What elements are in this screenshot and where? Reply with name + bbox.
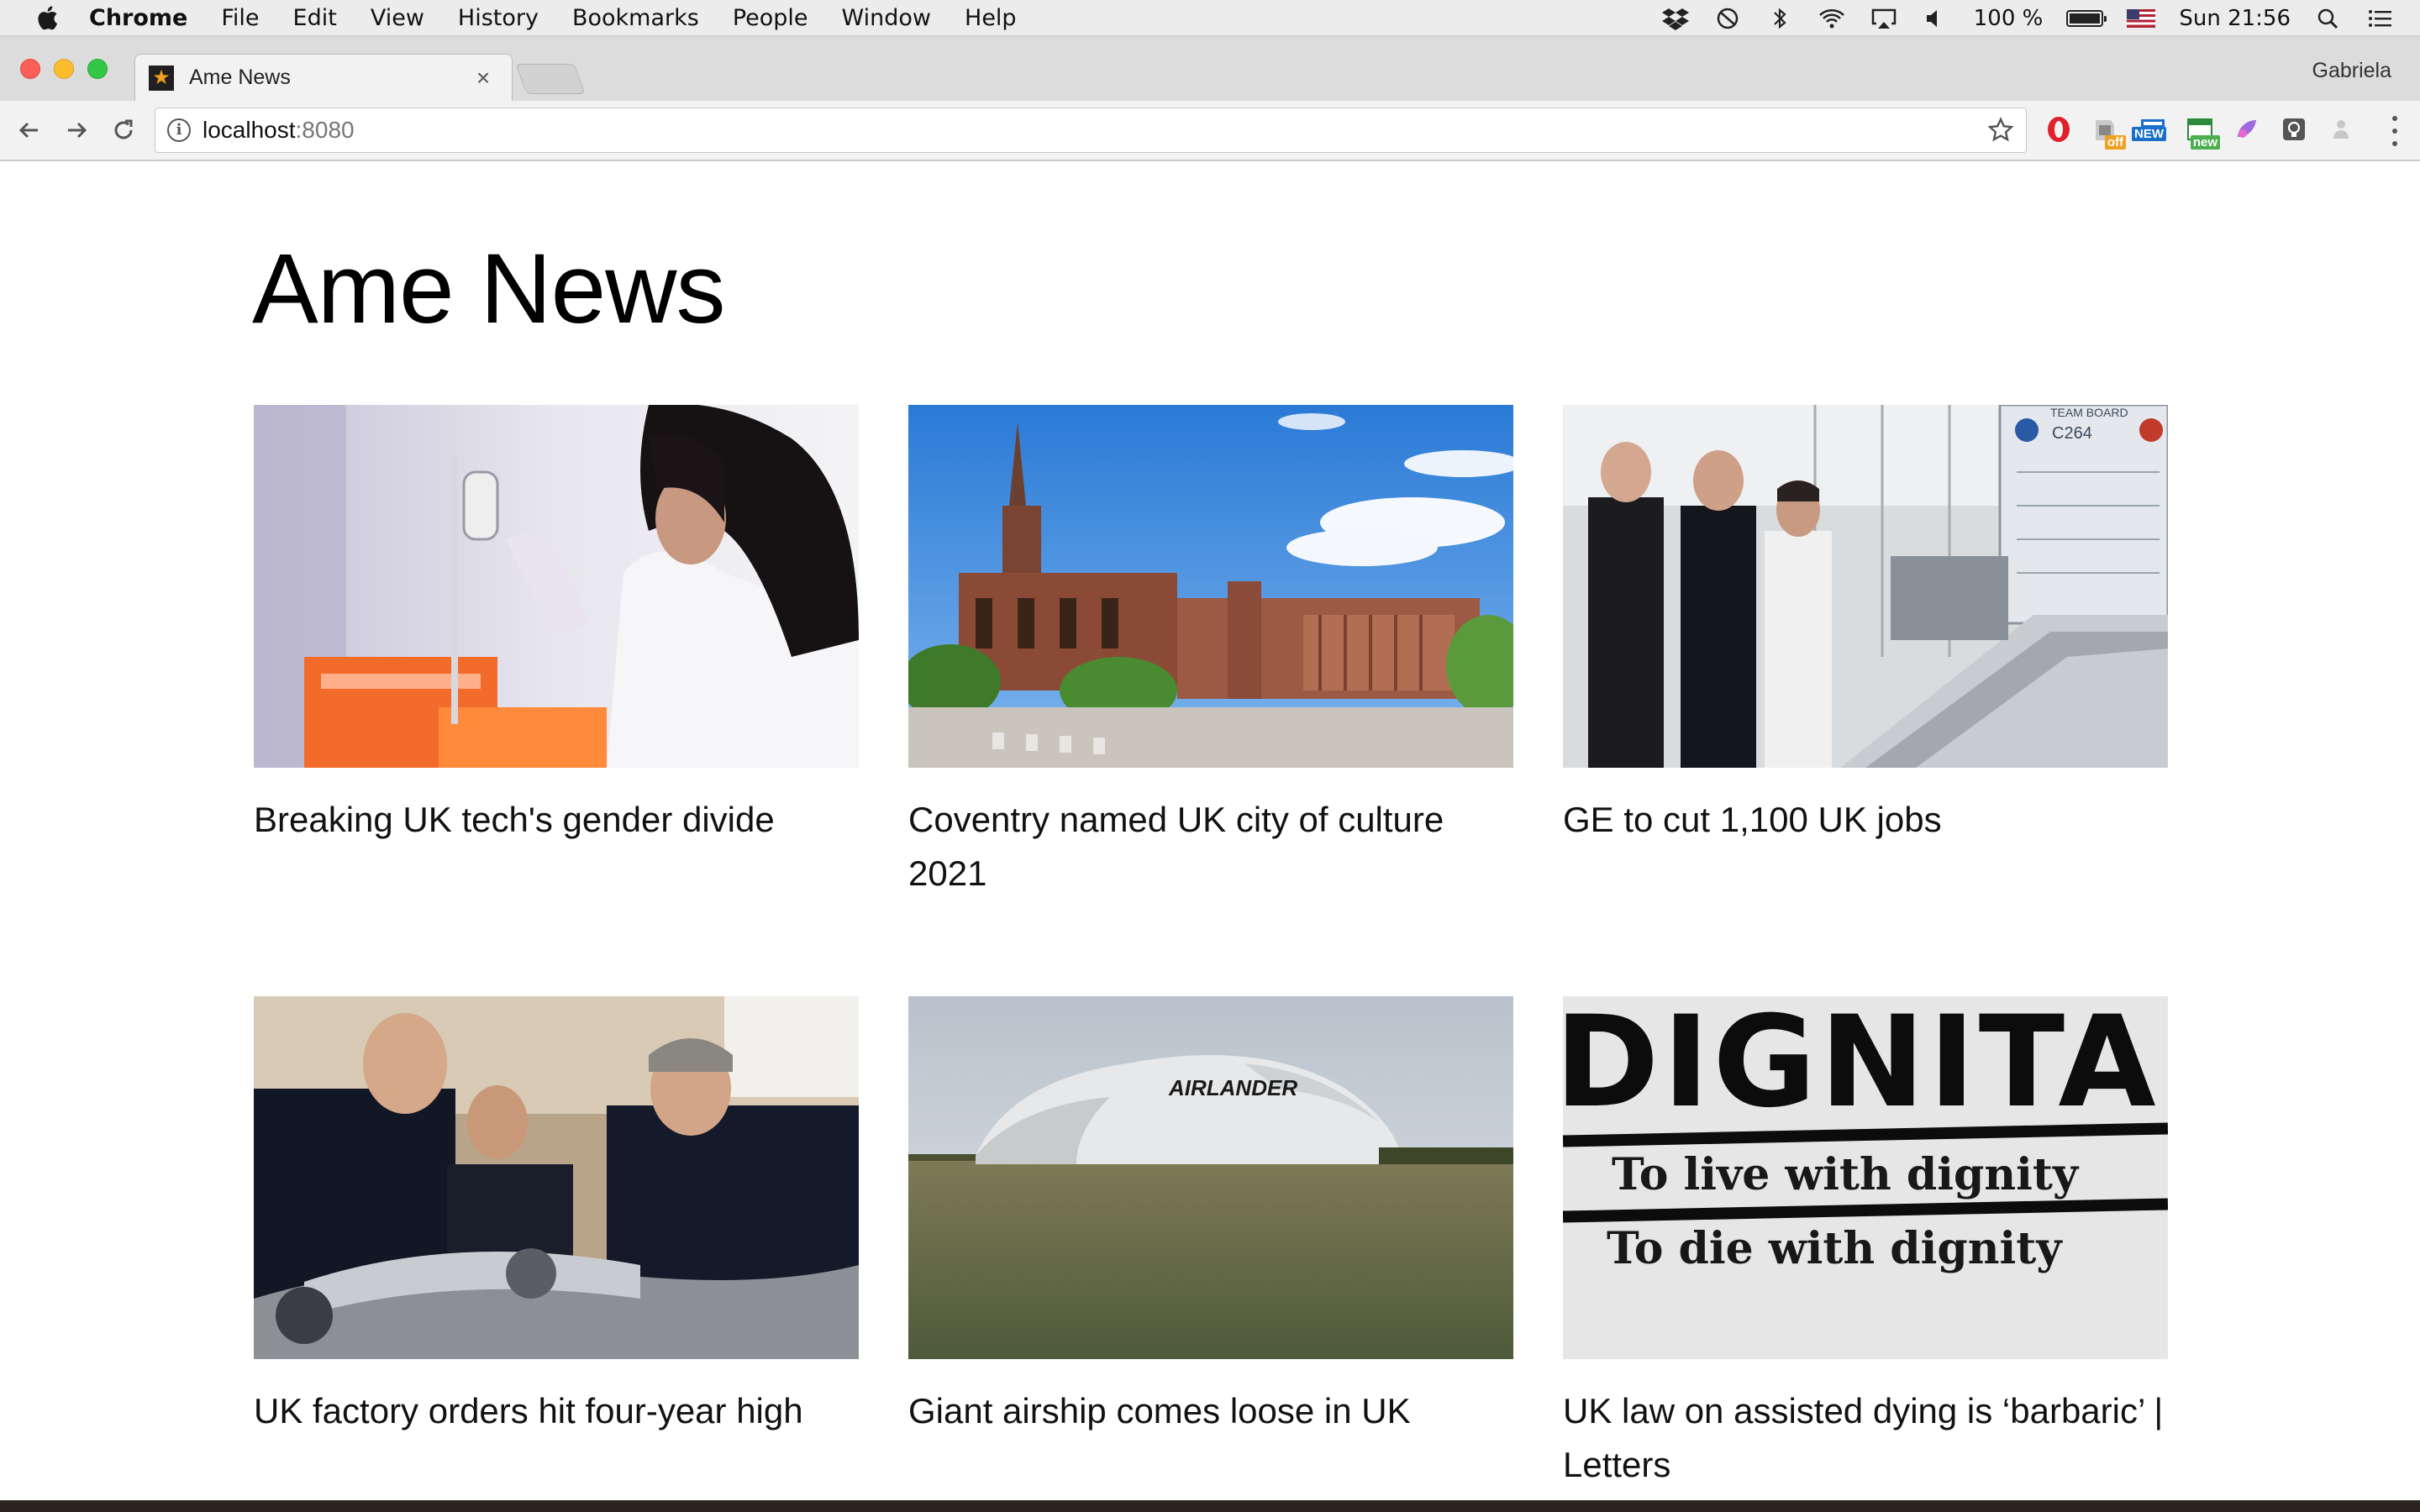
wifi-icon[interactable]: [1818, 6, 1846, 31]
do-not-disturb-icon[interactable]: [1713, 6, 1742, 31]
article-headline[interactable]: GE to cut 1,100 UK jobs: [1563, 793, 2168, 847]
color-picker-icon[interactable]: [2232, 113, 2262, 146]
board-label: TEAM BOARD: [2050, 406, 2128, 419]
browser-tab-strip: ★ Ame News × Gabriela: [0, 37, 2420, 101]
article-grid: Breaking UK tech's gender divide Coventr…: [254, 405, 2168, 1500]
spotlight-search-icon[interactable]: [2314, 6, 2343, 31]
airship-lettering: AIRLANDER: [1168, 1075, 1297, 1100]
new-tab-button[interactable]: [515, 64, 586, 94]
url-text[interactable]: localhost:8080: [203, 117, 355, 144]
apple-icon[interactable]: [34, 3, 59, 32]
article-card[interactable]: Coventry named UK city of culture 2021: [908, 405, 1513, 996]
article-image-dignitas-sign[interactable]: DIGNITAS To live with dignity To die wit…: [1563, 996, 2168, 1359]
notification-center-icon[interactable]: [2366, 6, 2395, 31]
airplay-icon[interactable]: [1870, 6, 1898, 31]
shopping-icon[interactable]: off: [2091, 113, 2126, 150]
minimize-window-button[interactable]: [54, 59, 74, 79]
dropbox-icon[interactable]: [1661, 6, 1690, 31]
address-bar[interactable]: i localhost:8080: [155, 108, 2027, 153]
article-card[interactable]: Breaking UK tech's gender divide: [254, 405, 859, 996]
sign-live-with-dignity: To live with dignity: [1612, 1149, 2080, 1200]
site-info-icon[interactable]: i: [167, 118, 191, 142]
menu-people[interactable]: People: [733, 5, 808, 31]
news-badge: NEW: [2132, 127, 2166, 141]
menu-view[interactable]: View: [371, 5, 424, 31]
menu-help[interactable]: Help: [965, 5, 1017, 31]
page-content: Ame News Breaking UK tech's gender divid…: [0, 161, 2420, 1500]
browser-menu-icon[interactable]: [2385, 116, 2405, 146]
tab-close-icon[interactable]: ×: [471, 66, 495, 90]
site-title: Ame News: [252, 234, 725, 344]
tab-title: Ame News: [189, 66, 291, 89]
article-card[interactable]: UK factory orders hit four-year high: [254, 996, 859, 1500]
opera-icon[interactable]: [2044, 113, 2074, 146]
bluetooth-icon[interactable]: [1765, 6, 1794, 31]
dock-edge: [0, 1500, 2420, 1512]
close-window-button[interactable]: [20, 59, 40, 79]
board-code: C264: [2052, 424, 2092, 443]
volume-icon[interactable]: [1922, 6, 1950, 31]
clock[interactable]: Sun 21:56: [2179, 6, 2291, 31]
menu-edit[interactable]: Edit: [293, 5, 337, 31]
macos-menu-bar: Chrome File Edit View History Bookmarks …: [0, 0, 2420, 37]
article-image-cathedral[interactable]: [908, 405, 1513, 768]
extension-icons: off NEW new: [2044, 113, 2356, 150]
shopping-badge: off: [2104, 135, 2126, 150]
article-image-factory-workers[interactable]: [254, 996, 859, 1359]
lightbulb-icon[interactable]: [2279, 113, 2309, 146]
menu-history[interactable]: History: [458, 5, 539, 31]
user-icon[interactable]: [2326, 113, 2356, 146]
menu-app-name[interactable]: Chrome: [89, 5, 187, 31]
article-headline[interactable]: Breaking UK tech's gender divide: [254, 793, 859, 847]
article-card[interactable]: TEAM BOARD C264 GE to cut 1,100 UK jobs: [1563, 405, 2168, 996]
battery-icon[interactable]: [2066, 10, 2107, 27]
news-icon[interactable]: NEW: [2132, 113, 2168, 146]
battery-percent[interactable]: 100 %: [1974, 6, 2044, 31]
favicon-star-icon: ★: [149, 65, 174, 91]
window-controls: [20, 59, 108, 79]
menu-bookmarks[interactable]: Bookmarks: [572, 5, 699, 31]
article-image-airship[interactable]: AIRLANDER: [908, 996, 1513, 1359]
article-image-factory-visit[interactable]: TEAM BOARD C264: [1563, 405, 2168, 768]
article-headline[interactable]: Giant airship comes loose in UK: [908, 1384, 1513, 1438]
article-card[interactable]: DIGNITAS To live with dignity To die wit…: [1563, 996, 2168, 1500]
menu-window[interactable]: Window: [842, 5, 931, 31]
calendar-badge: new: [2190, 135, 2220, 150]
browser-toolbar: i localhost:8080 off NEW new: [0, 101, 2420, 161]
profile-name[interactable]: Gabriela: [2312, 59, 2392, 83]
sign-die-with-dignity: To die with dignity: [1607, 1223, 2063, 1274]
sign-dignitas: DIGNITAS: [1563, 996, 2168, 1136]
forward-arrow-icon[interactable]: [60, 114, 92, 146]
zoom-window-button[interactable]: [87, 59, 108, 79]
back-arrow-icon[interactable]: [13, 114, 45, 146]
us-flag-input-icon[interactable]: [2127, 9, 2156, 28]
url-host: localhost: [203, 117, 296, 143]
calendar-icon[interactable]: new: [2185, 113, 2220, 150]
url-port: :8080: [295, 117, 355, 143]
status-area: 100 % Sun 21:56: [1661, 0, 2395, 37]
bookmark-star-icon[interactable]: [1987, 117, 2014, 144]
active-tab[interactable]: ★ Ame News ×: [134, 54, 513, 101]
article-headline[interactable]: Coventry named UK city of culture 2021: [908, 793, 1513, 900]
article-card[interactable]: AIRLANDER Giant airship comes loose in U…: [908, 996, 1513, 1500]
article-headline[interactable]: UK law on assisted dying is ‘barbaric’ |…: [1563, 1384, 2168, 1492]
article-image-scientist[interactable]: [254, 405, 859, 768]
menu-file[interactable]: File: [221, 5, 259, 31]
article-headline[interactable]: UK factory orders hit four-year high: [254, 1384, 859, 1438]
reload-icon[interactable]: [108, 114, 139, 146]
